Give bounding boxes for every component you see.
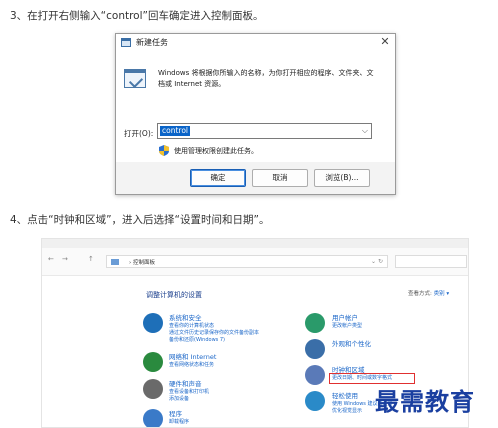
category-icon[interactable]: [143, 409, 163, 427]
category-title[interactable]: 程序: [169, 408, 182, 418]
back-icon[interactable]: ←: [48, 255, 54, 263]
dialog-description: Windows 将根据你所输入的名称，为你打开相应的程序、文件夹、文档或 Int…: [158, 69, 374, 88]
category-link[interactable]: 备份和还原(Windows 7): [169, 336, 225, 343]
chevron-down-icon[interactable]: ⌵: [362, 126, 368, 136]
category-title[interactable]: 系统和安全: [169, 312, 202, 322]
close-button[interactable]: ✕: [378, 35, 392, 49]
search-input[interactable]: [395, 255, 467, 268]
tab-strip: [42, 239, 468, 248]
ok-button[interactable]: 确定: [190, 169, 246, 187]
admin-checkbox-label[interactable]: 使用管理权限创建此任务。: [174, 146, 258, 156]
category-title[interactable]: 网络和 Internet: [169, 351, 216, 361]
category-icon[interactable]: [305, 313, 325, 333]
category-title[interactable]: 硬件和声音: [169, 378, 202, 388]
window-icon: [121, 38, 131, 47]
shield-icon: [159, 145, 169, 156]
view-by[interactable]: 查看方式: 类别 ▾: [408, 289, 449, 297]
run-dialog: 新建任务 ✕ Windows 将根据你所输入的名称，为你打开相应的程序、文件夹、…: [115, 33, 396, 195]
page-title: 调整计算机的设置: [146, 291, 202, 299]
up-icon[interactable]: ↑: [88, 255, 94, 263]
cancel-button[interactable]: 取消: [252, 169, 308, 187]
category-icon[interactable]: [305, 339, 325, 359]
dialog-titlebar: 新建任务 ✕: [116, 34, 395, 52]
address-path: › 控制面板: [129, 260, 155, 266]
category-link[interactable]: 查看你的计算机状态: [169, 322, 214, 329]
dialog-title: 新建任务: [136, 38, 168, 47]
step-4-instruction: 4、点击“时钟和区域”，进入后选择“设置时间和日期”。: [10, 214, 270, 226]
category-icon[interactable]: [305, 391, 325, 411]
category-title[interactable]: 轻松使用: [332, 390, 358, 400]
open-label: 打开(O):: [124, 129, 154, 138]
category-link[interactable]: 通过文件历史记录保存你的文件备份副本: [169, 329, 259, 336]
category-icon[interactable]: [143, 352, 163, 372]
category-icon[interactable]: [305, 365, 325, 385]
view-by-value[interactable]: 类别 ▾: [434, 291, 450, 297]
dialog-body: Windows 将根据你所输入的名称，为你打开相应的程序、文件夹、文档或 Int…: [116, 52, 395, 162]
step-3-instruction: 3、在打开右侧输入“control”回车确定进入控制面板。: [10, 10, 264, 22]
category-title[interactable]: 用户帐户: [332, 312, 358, 322]
category-icon[interactable]: [143, 313, 163, 333]
category-link[interactable]: 卸载程序: [169, 418, 189, 425]
forward-icon[interactable]: →: [62, 255, 68, 263]
category-link[interactable]: 查看设备和打印机: [169, 388, 209, 395]
category-title[interactable]: 外观和个性化: [332, 338, 371, 348]
category-link[interactable]: 优化视觉显示: [332, 407, 362, 414]
view-by-label: 查看方式:: [408, 291, 432, 297]
run-icon: [124, 69, 146, 88]
address-bar[interactable]: › 控制面板 ⌄ ↻: [106, 255, 388, 268]
open-input-value: control: [160, 126, 190, 136]
open-input[interactable]: control ⌵: [157, 123, 372, 139]
category-link[interactable]: 添加设备: [169, 395, 189, 402]
category-icon[interactable]: [143, 379, 163, 399]
category-link[interactable]: 更改帐户类型: [332, 322, 362, 329]
folder-icon: [111, 259, 119, 265]
watermark: 最需教育: [375, 387, 475, 416]
browse-button[interactable]: 浏览(B)...: [314, 169, 370, 187]
refresh-icon[interactable]: ⌄ ↻: [371, 258, 383, 265]
category-link[interactable]: 查看网络状态和任务: [169, 361, 214, 368]
